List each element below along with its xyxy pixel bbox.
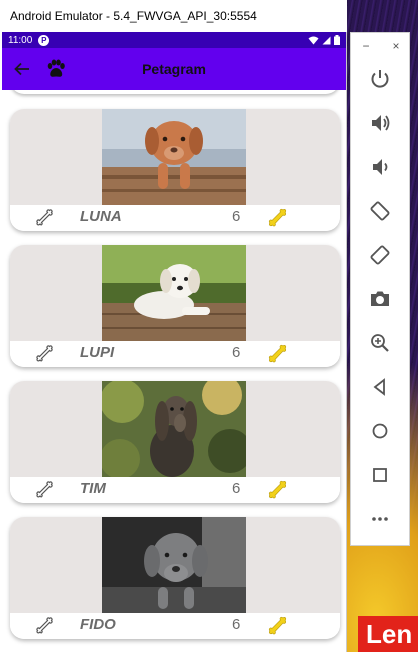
pet-photo-area: [10, 381, 340, 477]
rotate-left-button[interactable]: [366, 197, 394, 225]
wallpaper-logo: Len: [358, 616, 418, 652]
home-icon: [372, 423, 388, 439]
volume-down-icon: [373, 159, 388, 175]
pet-name: LUNA: [80, 208, 122, 225]
minimize-button[interactable]: −: [362, 39, 369, 55]
volume-up-icon: [372, 115, 390, 131]
bone-outline-icon[interactable]: [36, 617, 56, 635]
bone-outline-icon[interactable]: [36, 345, 56, 363]
power-icon: [371, 70, 389, 88]
signal-icon: [322, 36, 331, 44]
pet-photo-lupi: [102, 245, 246, 341]
zoom-icon: [371, 334, 389, 352]
status-time: 11:00: [8, 34, 33, 46]
camera-icon: [371, 291, 389, 306]
volume-down-button[interactable]: [366, 153, 394, 181]
screenshot-button[interactable]: [366, 285, 394, 313]
emulator-side-panel: − ×: [350, 32, 410, 546]
wifi-icon: [308, 36, 319, 44]
pet-likes-count: 6: [232, 208, 241, 225]
window-title: Android Emulator - 5.4_FWVGA_API_30:5554: [0, 0, 347, 32]
bone-yellow-icon[interactable]: [268, 344, 288, 364]
pet-likes-count: 6: [232, 344, 241, 361]
pet-photo-area: [10, 245, 340, 341]
bone-outline-icon[interactable]: [36, 209, 56, 227]
bone-outline-icon[interactable]: [36, 481, 56, 499]
more-icon: [372, 517, 388, 521]
pet-photo-luna: [102, 109, 246, 205]
back-arrow-icon[interactable]: [2, 48, 42, 90]
pet-card-footer: LUPI 6: [10, 341, 340, 367]
pet-card-footer: TIM 6: [10, 477, 340, 503]
pet-list[interactable]: LUNA 6 LUPI 6 TIM 6 FIDO 6: [2, 90, 346, 652]
bone-yellow-icon[interactable]: [268, 616, 288, 636]
close-button[interactable]: ×: [392, 39, 399, 55]
volume-up-button[interactable]: [366, 109, 394, 137]
pet-name: LUPI: [80, 344, 115, 361]
pet-photo-tim: [102, 381, 246, 477]
previous-card-edge: [10, 90, 340, 94]
pet-name: FIDO: [80, 616, 116, 633]
pet-card[interactable]: LUNA 6: [10, 109, 340, 231]
pet-photo-area: [10, 109, 340, 205]
battery-icon: [334, 35, 340, 45]
pet-card[interactable]: LUPI 6: [10, 245, 340, 367]
side-panel-window-controls: − ×: [351, 39, 411, 55]
paw-icon[interactable]: [44, 57, 68, 81]
home-button[interactable]: [366, 417, 394, 445]
rotate-right-icon: [370, 245, 390, 265]
app-bar: Petagram: [2, 48, 346, 90]
emulator-window: Android Emulator - 5.4_FWVGA_API_30:5554…: [0, 0, 347, 652]
bone-yellow-icon[interactable]: [268, 208, 288, 228]
pet-likes-count: 6: [232, 616, 241, 633]
more-button[interactable]: [366, 505, 394, 533]
pet-photo-area: [10, 517, 340, 613]
pet-card[interactable]: FIDO 6: [10, 517, 340, 639]
pet-card-footer: FIDO 6: [10, 613, 340, 639]
power-button[interactable]: [366, 65, 394, 93]
back-button[interactable]: [366, 373, 394, 401]
back-icon: [373, 378, 385, 396]
notification-icon: P: [38, 34, 50, 46]
rotate-left-icon: [370, 201, 390, 221]
status-icons: [308, 35, 340, 45]
overview-button[interactable]: [366, 461, 394, 489]
zoom-button[interactable]: [366, 329, 394, 357]
pet-photo-fido: [102, 517, 246, 613]
android-status-bar: 11:00 P: [2, 32, 346, 48]
pet-likes-count: 6: [232, 480, 241, 497]
rotate-right-button[interactable]: [366, 241, 394, 269]
bone-yellow-icon[interactable]: [268, 480, 288, 500]
overview-icon: [373, 468, 387, 482]
pet-card-footer: LUNA 6: [10, 205, 340, 231]
pet-card[interactable]: TIM 6: [10, 381, 340, 503]
pet-name: TIM: [80, 480, 106, 497]
